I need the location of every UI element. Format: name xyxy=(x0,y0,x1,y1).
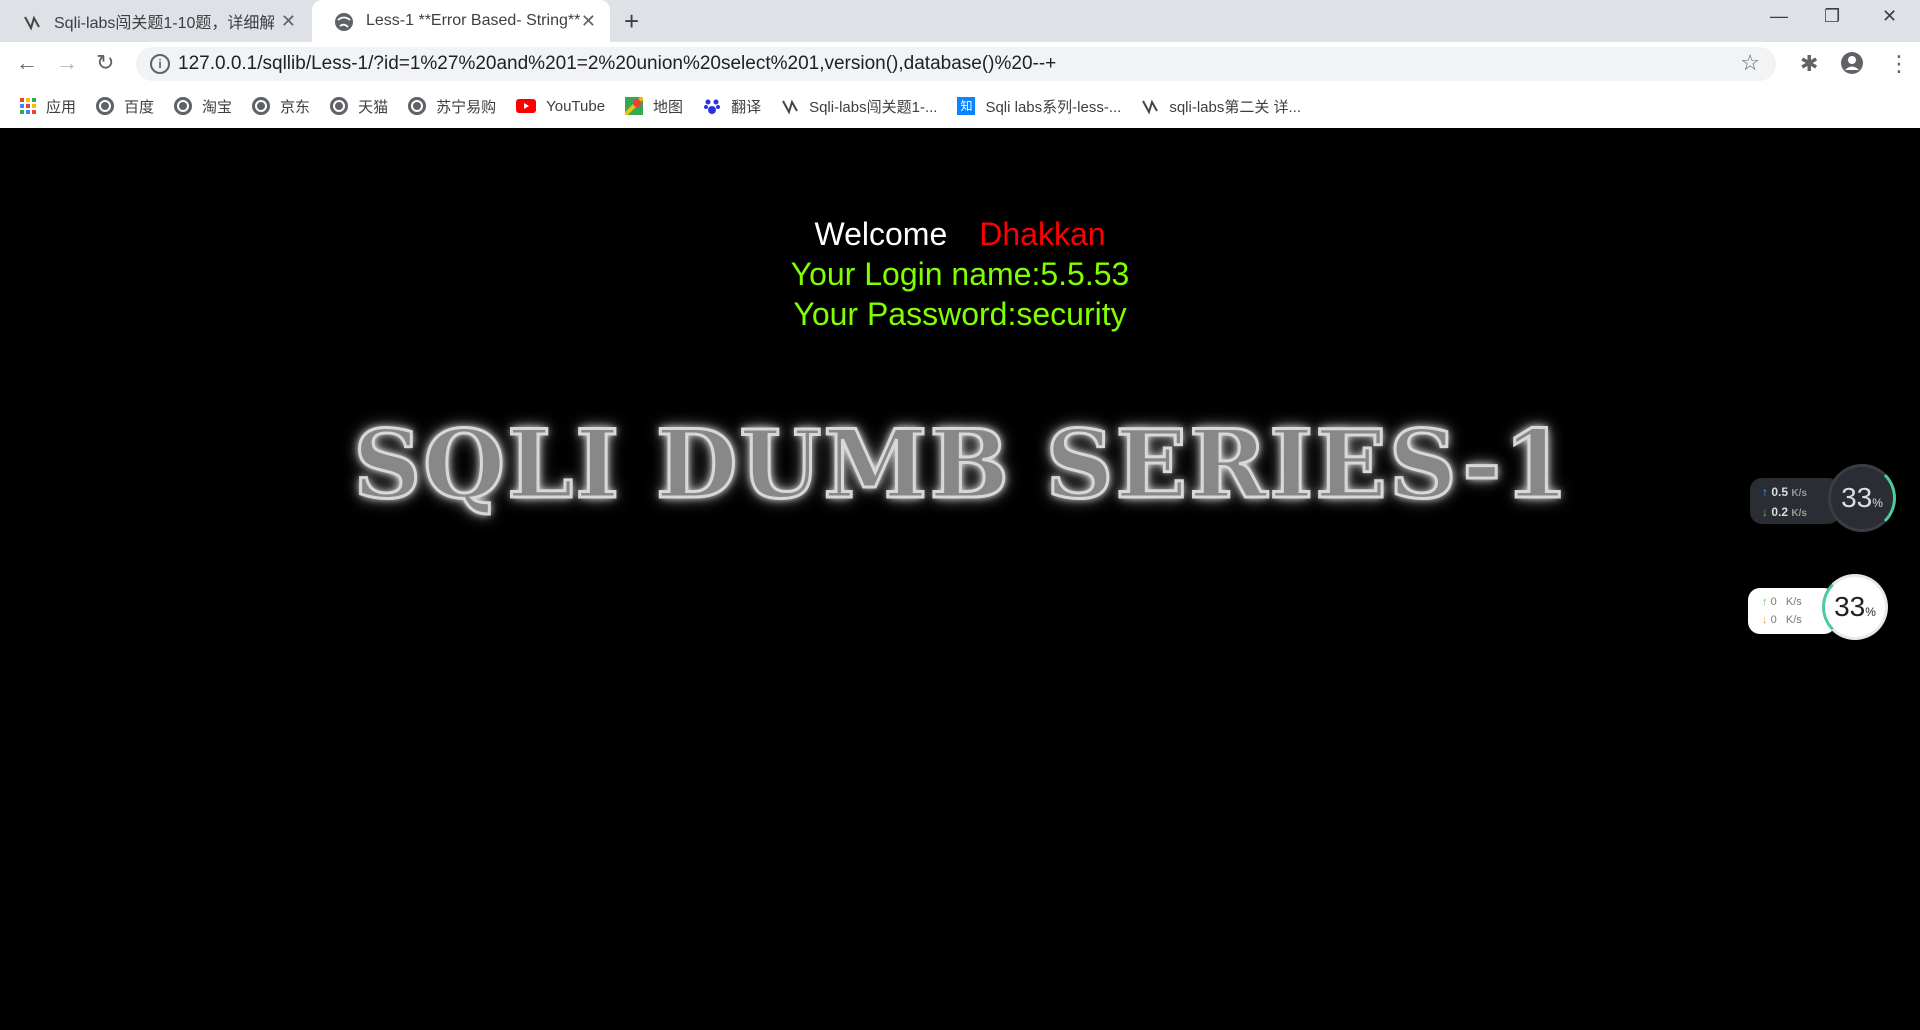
cpu-percent-gauge: 33% xyxy=(1822,574,1888,640)
tab-sqli-labs-article[interactable]: Sqli-labs闯关题1-10题，详细解 ✕ xyxy=(0,0,310,42)
csdn-icon xyxy=(782,99,798,115)
reload-icon[interactable]: ↻ xyxy=(96,50,114,76)
welcome-line: Welcome Dhakkan xyxy=(0,216,1920,253)
bookmark-suning[interactable]: 苏宁易购 xyxy=(408,96,496,117)
network-speed-widget-light[interactable]: ↑ 0 K/s ↓ 0 K/s 33% xyxy=(1748,574,1888,644)
bookmark-taobao[interactable]: 淘宝 xyxy=(174,96,232,117)
upload-arrow-icon: ↑ xyxy=(1762,485,1772,499)
bookmark-translate[interactable]: 翻译 xyxy=(703,96,761,117)
bookmark-apps[interactable]: 应用 xyxy=(20,96,76,117)
page-content: Welcome Dhakkan Your Login name:5.5.53 Yo… xyxy=(0,128,1920,1030)
minimize-icon[interactable]: — xyxy=(1770,6,1788,27)
baidu-paw-icon xyxy=(704,99,721,114)
banner-title: SQLI DUMB SERIES-1 xyxy=(352,409,1571,522)
bookmark-star-icon[interactable]: ☆ xyxy=(1740,50,1760,76)
site-info-icon[interactable]: i xyxy=(150,54,170,74)
tab-strip: Sqli-labs闯关题1-10题，详细解 ✕ Less-1 **Error B… xyxy=(0,0,1920,42)
bookmark-tmall[interactable]: 天猫 xyxy=(330,96,388,117)
welcome-text: Welcome xyxy=(814,216,948,252)
bookmark-sqli-labs-2[interactable]: sqli-labs第二关 详... xyxy=(1141,96,1301,117)
address-bar[interactable]: i 127.0.0.1/sqllib/Less-1/?id=1%27%20and… xyxy=(136,47,1776,81)
download-arrow-icon: ↓ xyxy=(1762,505,1772,519)
close-tab-icon[interactable]: ✕ xyxy=(581,11,596,32)
tab-title: Sqli-labs闯关题1-10题，详细解 xyxy=(54,15,274,32)
password-line: Your Password:security xyxy=(793,296,1127,332)
bookmarks-bar: 应用 百度 淘宝 京东 天猫 苏宁易购 YouTube 地图 翻译 Sqli-l… xyxy=(0,88,1920,124)
globe-icon xyxy=(408,97,427,115)
maps-icon xyxy=(625,97,644,115)
browser-chrome: Sqli-labs闯关题1-10题，详细解 ✕ Less-1 **Error B… xyxy=(0,0,1920,128)
url-text[interactable]: 127.0.0.1/sqllib/Less-1/?id=1%27%20and%2… xyxy=(178,53,1056,75)
toolbar: ← → ↻ i 127.0.0.1/sqllib/Less-1/?id=1%27… xyxy=(0,42,1920,86)
menu-kebab-icon[interactable]: ⋮ xyxy=(1888,51,1910,77)
network-speed-widget-dark[interactable]: ↑ 0.5 K/s ↓ 0.2 K/s 33% xyxy=(1750,464,1896,536)
login-name-line: Your Login name:5.5.53 xyxy=(790,256,1130,292)
bookmark-maps[interactable]: 地图 xyxy=(625,96,683,117)
extensions-icon[interactable]: ✱ xyxy=(1800,51,1818,77)
tab-title: Less-1 **Error Based- String** xyxy=(366,12,581,29)
globe-icon xyxy=(174,97,193,115)
download-arrow-icon: ↓ xyxy=(1762,614,1771,626)
new-tab-button[interactable]: + xyxy=(624,6,639,37)
back-icon[interactable]: ← xyxy=(16,50,38,76)
globe-icon xyxy=(335,13,353,31)
bookmark-baidu[interactable]: 百度 xyxy=(96,96,154,117)
restore-icon[interactable]: ❐ xyxy=(1824,6,1840,27)
globe-icon xyxy=(252,97,271,115)
zhihu-icon: 知 xyxy=(957,97,976,115)
csdn-icon xyxy=(24,15,40,31)
speed-pill: ↑ 0.5 K/s ↓ 0.2 K/s xyxy=(1750,478,1840,524)
tab-less-1[interactable]: Less-1 **Error Based- String** ✕ xyxy=(312,0,610,42)
bookmark-sqli-labs-series[interactable]: 知 Sqli labs系列-less-... xyxy=(957,96,1121,117)
globe-icon xyxy=(330,97,349,115)
username: Dhakkan xyxy=(979,216,1106,252)
csdn-icon xyxy=(1142,99,1159,115)
bookmark-sqli-labs-1[interactable]: Sqli-labs闯关题1-... xyxy=(781,96,937,117)
upload-arrow-icon: ↑ xyxy=(1762,596,1771,608)
profile-avatar-icon[interactable] xyxy=(1840,51,1864,81)
apps-grid-icon xyxy=(20,98,36,114)
bookmark-youtube[interactable]: YouTube xyxy=(516,98,605,115)
bookmark-jd[interactable]: 京东 xyxy=(252,96,310,117)
globe-icon xyxy=(96,97,115,115)
cpu-percent-gauge: 33% xyxy=(1828,464,1896,532)
sqli-dumb-series-banner: SQLI DUMB SERIES-1 xyxy=(342,409,1582,530)
forward-icon[interactable]: → xyxy=(56,50,78,76)
close-tab-icon[interactable]: ✕ xyxy=(281,11,296,32)
youtube-icon xyxy=(516,99,537,113)
close-window-icon[interactable]: ✕ xyxy=(1882,6,1897,27)
